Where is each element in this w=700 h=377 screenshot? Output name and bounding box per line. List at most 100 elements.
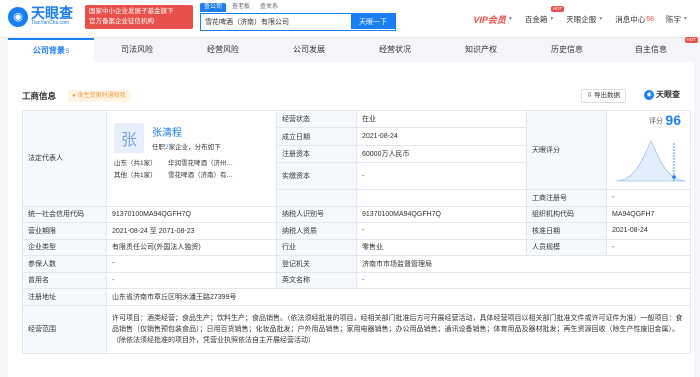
scale-value: - [606, 238, 691, 256]
promo-line: 国家中小企业发展子基金旗下 [89, 8, 174, 15]
messages-link[interactable]: 消息中心 68 [615, 14, 654, 25]
empty-value [356, 189, 527, 207]
tab-business-status[interactable]: 经营状况 [352, 38, 438, 62]
legal-rep-cell: 张 张清程 任职2家企业，分布如下 山东（共1家） 华润雪花啤酒（济州… 其他（… [106, 110, 277, 207]
chevron-down-icon: ▼ [549, 16, 555, 22]
approval-value: 2021-08-24 [606, 222, 691, 240]
search-tabs: 查公司 查老板 查关系 [200, 3, 284, 12]
promo-banner[interactable]: 国家中小企业发展子基金旗下 官方备案企业征信机构 [85, 5, 193, 29]
promo-line: 官方备案企业征信机构 [89, 18, 154, 25]
search-box: 天眼一下 [200, 13, 396, 31]
legal-rep-name[interactable]: 张清程 [152, 124, 182, 139]
chevron-down-icon: ▼ [683, 16, 688, 22]
scale-label: 人员规模 [526, 238, 607, 256]
tab-history[interactable]: 历史信息 [524, 38, 610, 62]
vip-label: VIP会员 [473, 14, 506, 25]
top-header: ◉ 天眼查 TianYanCha.com 国家中小企业发展子基金旗下 官方备案企… [0, 0, 700, 38]
search-button[interactable]: 天眼一下 [351, 14, 395, 29]
paid-label: 实缴资本 [276, 162, 357, 190]
vip-link[interactable]: VIP会员 ▼ [473, 13, 512, 26]
section-title: 工商信息 [22, 91, 57, 101]
status-label: 经营状态 [276, 109, 357, 129]
qualification-value: - [356, 222, 527, 240]
download-icon: ⇩ [586, 92, 594, 99]
user-name: 陈宇 [666, 14, 682, 24]
export-data-button[interactable]: ⇩ 导出数据 [580, 89, 626, 103]
biz-reg-value: - [606, 189, 691, 207]
address-value: 山东省济南市章丘区明水潘王路27399号 [106, 288, 691, 306]
dist-region: 其他（共1家） [114, 172, 157, 180]
capital-label: 注册资本 [276, 144, 357, 164]
section-tabs: 公司背景5 司法风险 经营风险 公司发展 经营状况 知识产权 历史信息 自主信息… [0, 37, 700, 62]
avatar[interactable]: 张 [114, 123, 144, 154]
biz-reg-label: 工商注册号 [526, 189, 607, 207]
empty-label [276, 189, 357, 207]
tab-company-background[interactable]: 公司背景5 [8, 38, 94, 62]
brand-label: 天眼查 [656, 90, 680, 99]
tianyan-enterprise-link[interactable]: 天眼企服 ▼ [566, 14, 603, 25]
qualification-label: 纳税人资质 [276, 222, 357, 240]
industry-value: 零售业 [356, 238, 527, 256]
baijinbao-label: 百金箱 [524, 14, 548, 24]
former-value: - [106, 271, 277, 289]
table-row: 营业期限 2021-08-24 至 2071-08-23 纳税人资质 - 核准日… [22, 222, 691, 240]
search-input[interactable] [201, 14, 351, 29]
tab-judicial-risk[interactable]: 司法风险 [94, 38, 180, 62]
logo-subtitle: TianYanCha.com [31, 20, 70, 26]
legal-rep-label: 法定代表人 [22, 110, 107, 207]
legal-rep-desc: 任职2家企业，分布如下 [152, 141, 221, 151]
dist-company: 华润雪花啤酒（济州… [168, 160, 233, 168]
chevron-down-icon: ▼ [598, 16, 604, 22]
tab-business-risk[interactable]: 经营风险 [180, 38, 266, 62]
change-notify-button[interactable]: ● 发生变更时通知我 [68, 90, 130, 102]
industry-label: 行业 [276, 238, 357, 256]
chevron-down-icon: ▼ [507, 16, 513, 22]
score-cell: 评分 96 [606, 110, 691, 190]
tab-intellectual-property[interactable]: 知识产权 [438, 38, 524, 62]
status-value: 在业 [356, 109, 527, 129]
org-code-label: 组织机构代码 [526, 205, 607, 223]
change-notify-label: 发生变更时通知我 [77, 93, 126, 99]
table-row: 统一社会信用代码 91370100MA94QGFH7Q 纳税人识别号 91370… [22, 205, 691, 223]
english-value: - [356, 271, 691, 289]
dist-row[interactable]: 山东（共1家） 华润雪花啤酒（济州… [114, 157, 233, 167]
dist-row[interactable]: 其他（共1家） 雪花啤酒（济南）有… [114, 169, 233, 180]
export-label: 导出数据 [594, 92, 620, 99]
table-row: 企业类型 有限责任公司(外国法人独资) 行业 零售业 人员规模 - [22, 238, 691, 256]
desc-suffix: 家企业，分布如下 [168, 144, 221, 152]
address-label: 注册地址 [22, 288, 107, 306]
top-nav: VIP会员 ▼ 百金箱 ▼ HOT 天眼企服 ▼ 消息中心 68 陈宇 ▼ [473, 0, 700, 38]
term-label: 营业期限 [22, 222, 107, 240]
type-value: 有限责任公司(外国法人独资) [106, 238, 277, 256]
hot-badge: HOT [684, 37, 698, 43]
table-row: 曾用名 - 英文名称 - [22, 271, 691, 289]
score-label: 天眼评分 [526, 110, 607, 190]
logo[interactable]: ◉ 天眼查 TianYanCha.com [8, 6, 73, 27]
bell-icon: ● [72, 93, 76, 99]
search-tab-company[interactable]: 查公司 [200, 3, 227, 12]
hot-badge: HOT [550, 5, 565, 12]
search-tab-relation[interactable]: 查关系 [256, 3, 282, 12]
tab-self-info[interactable]: 自主信息 HOT [610, 37, 698, 62]
search-tab-boss[interactable]: 查老板 [228, 3, 254, 12]
business-info-table: 法定代表人 张 张清程 任职2家企业，分布如下 山东（共1家） 华润雪花啤酒（济… [22, 109, 691, 354]
business-info-panel: 工商信息 ● 发生变更时通知我 ⇩ 导出数据 ◉ 天眼查 法定代表人 张 张清程 任… [8, 62, 694, 377]
dist-company: 雪花啤酒（济南）有… [168, 172, 233, 180]
scope-label: 经营范围 [22, 304, 107, 354]
user-menu[interactable]: 陈宇 ▼ [666, 14, 688, 25]
founded-label: 成立日期 [276, 127, 357, 146]
authority-value: 济南市市场监督管理局 [356, 255, 691, 273]
taxpayer-value: 91370100MA94QGFH7Q [356, 205, 527, 223]
baijinbao-link[interactable]: 百金箱 ▼ HOT [524, 5, 565, 25]
logo-name: 天眼查 [31, 5, 73, 21]
approval-label: 核准日期 [526, 222, 607, 240]
insured-label: 参保人数 [22, 255, 107, 273]
table-row: 注册地址 山东省济南市章丘区明水潘王路27399号 [22, 288, 691, 306]
tianyancha-watermark: ◉ 天眼查 [644, 89, 680, 100]
term-value: 2021-08-24 至 2071-08-23 [106, 222, 277, 240]
scope-value: 许可项目：酒类经营；食品生产；饮料生产；食品销售。（依法须经批准的项目，经相关部… [106, 304, 691, 354]
credit-label: 统一社会信用代码 [22, 205, 107, 223]
tianyan-enterprise-label: 天眼企服 [566, 14, 597, 24]
score-value[interactable]: 96 [665, 112, 681, 128]
tab-company-development[interactable]: 公司发展 [266, 38, 352, 62]
